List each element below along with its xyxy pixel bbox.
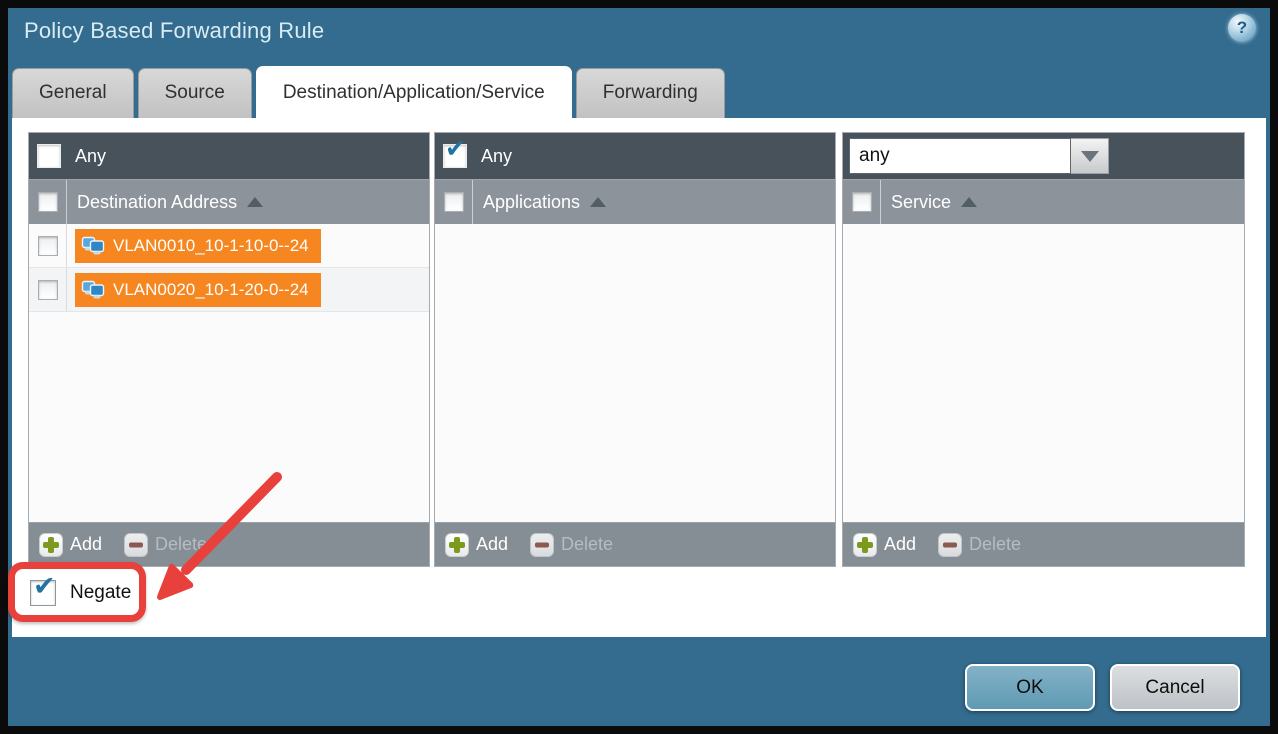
dialog-title: Policy Based Forwarding Rule — [24, 18, 324, 44]
add-button[interactable]: Add — [445, 533, 508, 557]
destination-any-checkbox[interactable] — [37, 144, 61, 168]
destination-any-label: Any — [75, 146, 106, 167]
address-icon — [81, 280, 105, 300]
minus-icon — [530, 533, 554, 557]
row-checkbox[interactable] — [38, 280, 58, 300]
ok-button[interactable]: OK — [965, 664, 1095, 711]
service-dropdown-header: any — [843, 133, 1244, 179]
service-panel: any Service Add Delete — [842, 132, 1245, 567]
dropdown-button[interactable] — [1071, 138, 1109, 174]
tab-forwarding[interactable]: Forwarding — [576, 68, 725, 118]
add-button[interactable]: Add — [853, 533, 916, 557]
service-column-label: Service — [891, 192, 951, 213]
list-item[interactable]: VLAN0010_10-1-10-0--24 — [29, 224, 429, 268]
tab-general[interactable]: General — [12, 68, 134, 118]
sort-ascending-icon — [961, 197, 977, 207]
delete-button[interactable]: Delete — [124, 533, 207, 557]
destination-address-panel: Any Destination Address — [28, 132, 430, 567]
negate-checkbox[interactable]: ✔ — [30, 580, 56, 606]
chevron-down-icon — [1081, 151, 1099, 162]
service-column-header[interactable]: Service — [843, 179, 1244, 224]
service-list — [843, 224, 1244, 522]
plus-icon — [853, 533, 877, 557]
service-toolbar: Add Delete — [843, 522, 1244, 566]
applications-select-all-checkbox[interactable] — [444, 192, 464, 212]
cancel-button[interactable]: Cancel — [1110, 664, 1240, 711]
delete-button[interactable]: Delete — [938, 533, 1021, 557]
applications-any-label: Any — [481, 146, 512, 167]
address-object-label: VLAN0010_10-1-10-0--24 — [113, 236, 309, 256]
minus-icon — [938, 533, 962, 557]
tab-content: Any Destination Address — [12, 118, 1266, 637]
plus-icon — [445, 533, 469, 557]
destination-column-label: Destination Address — [77, 192, 237, 213]
row-checkbox[interactable] — [38, 236, 58, 256]
tab-destination-application-service[interactable]: Destination/Application/Service — [256, 66, 572, 118]
tab-bar: General Source Destination/Application/S… — [12, 66, 1266, 118]
plus-icon — [39, 533, 63, 557]
destination-select-all-checkbox[interactable] — [38, 192, 58, 212]
help-icon[interactable]: ? — [1228, 14, 1256, 42]
service-dropdown[interactable]: any — [849, 138, 1109, 174]
applications-panel: ✔ Any Applications Add Delete — [434, 132, 836, 567]
destination-any-header: Any — [29, 133, 429, 179]
applications-any-checkbox[interactable]: ✔ — [443, 144, 467, 168]
destination-toolbar: Add Delete — [29, 522, 429, 566]
applications-any-header: ✔ Any — [435, 133, 835, 179]
sort-ascending-icon — [590, 197, 606, 207]
negate-label: Negate — [70, 582, 131, 604]
delete-button[interactable]: Delete — [530, 533, 613, 557]
address-icon — [81, 236, 105, 256]
destination-list: VLAN0010_10-1-10-0--24 VLAN0020_10-1-20-… — [29, 224, 429, 522]
tab-source[interactable]: Source — [138, 68, 252, 118]
negate-row: ✔ Negate — [30, 580, 131, 606]
policy-based-forwarding-dialog: Policy Based Forwarding Rule ? General S… — [0, 0, 1278, 734]
applications-column-header[interactable]: Applications — [435, 179, 835, 224]
applications-column-label: Applications — [483, 192, 580, 213]
destination-column-header[interactable]: Destination Address — [29, 179, 429, 224]
sort-ascending-icon — [247, 197, 263, 207]
list-item[interactable]: VLAN0020_10-1-20-0--24 — [29, 268, 429, 312]
applications-list — [435, 224, 835, 522]
minus-icon — [124, 533, 148, 557]
add-button[interactable]: Add — [39, 533, 102, 557]
applications-toolbar: Add Delete — [435, 522, 835, 566]
service-select-all-checkbox[interactable] — [852, 192, 872, 212]
address-object-label: VLAN0020_10-1-20-0--24 — [113, 280, 309, 300]
service-dropdown-value[interactable]: any — [849, 138, 1071, 174]
